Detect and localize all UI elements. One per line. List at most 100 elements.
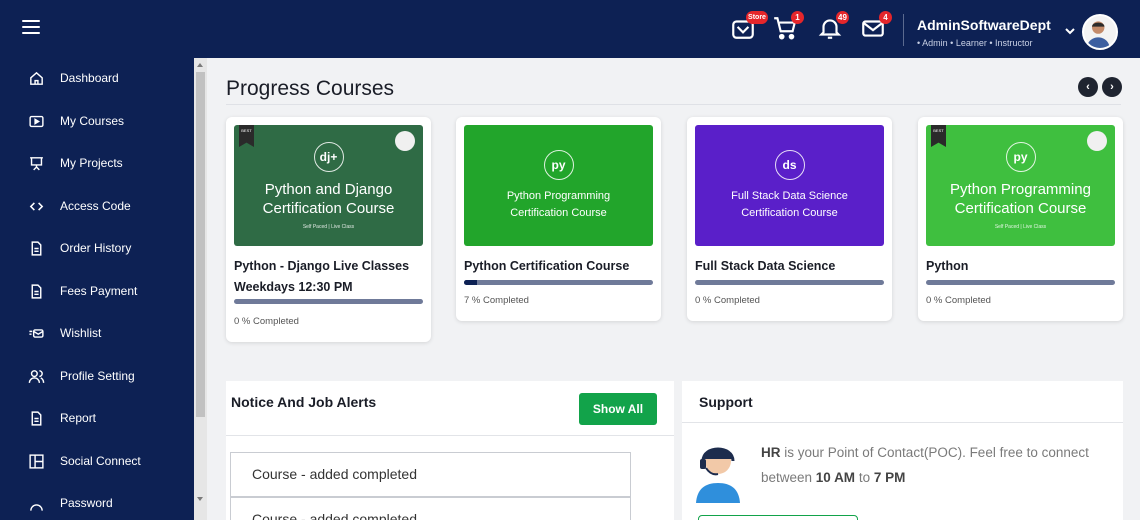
sidebar-scroll-thumb[interactable] [196, 72, 205, 417]
presentation-icon [27, 154, 45, 172]
sidebar: Dashboard My Courses My Projects Access … [0, 58, 194, 520]
thumbnail-subtitle: Self Paced | Live Class [302, 223, 355, 230]
lock-icon [27, 494, 45, 512]
notice-divider [226, 435, 674, 436]
sidebar-item-access-code[interactable]: Access Code [0, 188, 194, 224]
support-time-end: 7 PM [873, 470, 906, 485]
course-card[interactable]: BEST dj+ Python and Django Certification… [226, 117, 431, 342]
course-thumbnail: py Python Programming Certification Cour… [464, 125, 653, 246]
scroll-up-icon[interactable] [197, 63, 203, 67]
support-agent-icon [696, 447, 740, 503]
thumbnail-subtitle: Self Paced | Live Class [994, 223, 1047, 230]
python-logo-icon: py [1005, 141, 1036, 172]
best-seller-ribbon: BEST [931, 125, 946, 147]
thumbnail-title: Python and Django Certification Course [262, 180, 395, 217]
sidebar-item-label: Password [60, 496, 113, 510]
support-text: HR is your Point of Contact(POC). Feel f… [761, 440, 1111, 490]
users-icon [27, 367, 45, 385]
course-thumbnail: BEST dj+ Python and Django Certification… [234, 125, 423, 246]
code-icon [27, 197, 45, 215]
support-to: to [855, 470, 874, 485]
scroll-down-icon[interactable] [197, 497, 203, 501]
user-roles: • Admin • Learner • Instructor [917, 38, 1033, 48]
thumbnail-title: Python Programming Certification Course [506, 189, 611, 219]
course-progress-bar [464, 280, 653, 285]
show-all-button[interactable]: Show All [579, 393, 657, 425]
progress-label: 0 % Completed [926, 295, 991, 306]
sidebar-item-fees-payment[interactable]: Fees Payment [0, 273, 194, 309]
course-card[interactable]: py Python Programming Certification Cour… [456, 117, 661, 321]
notice-title: Notice And Job Alerts [231, 394, 377, 410]
sidebar-item-profile-setting[interactable]: Profile Setting [0, 358, 194, 394]
carousel-next-button[interactable]: › [1102, 77, 1122, 97]
instructor-avatar [395, 131, 415, 151]
course-progress-bar [926, 280, 1115, 285]
thumbnail-title: Python Programming Certification Course [950, 180, 1091, 217]
sidebar-item-label: Fees Payment [60, 284, 138, 298]
course-progress-bar [695, 280, 884, 285]
sidebar-item-my-courses[interactable]: My Courses [0, 103, 194, 139]
sidebar-item-order-history[interactable]: Order History [0, 230, 194, 266]
support-hr-label: HR [761, 445, 781, 460]
notice-item[interactable]: Course - added completed [230, 452, 631, 497]
menu-icon[interactable] [22, 20, 40, 36]
notice-item[interactable]: Course - added completed [230, 497, 631, 520]
course-thumbnail: BEST py Python Programming Certification… [926, 125, 1115, 246]
course-card[interactable]: ds Full Stack Data Science Certification… [687, 117, 892, 321]
sidebar-item-label: My Courses [60, 114, 125, 128]
sidebar-item-label: Access Code [60, 199, 131, 213]
sidebar-item-label: Order History [60, 241, 132, 255]
store-badge: Store [746, 11, 768, 24]
layout-icon [27, 452, 45, 470]
sidebar-item-my-projects[interactable]: My Projects [0, 145, 194, 181]
chevron-down-icon[interactable] [1064, 26, 1076, 36]
sidebar-item-label: My Projects [60, 156, 123, 170]
cart-badge: 1 [791, 11, 804, 24]
sidebar-item-password[interactable]: Password [0, 485, 194, 520]
bell-icon[interactable]: 49 [817, 11, 849, 43]
document-icon [27, 409, 45, 427]
support-time-start: 10 AM [815, 470, 856, 485]
python-logo-icon: py [543, 149, 574, 180]
mail-badge: 4 [879, 11, 892, 24]
play-box-icon [27, 112, 45, 130]
user-name[interactable]: AdminSoftwareDept [917, 17, 1051, 33]
instructor-avatar [1087, 131, 1107, 151]
best-seller-ribbon: BEST [239, 125, 254, 147]
course-title[interactable]: Python - Django Live Classes Weekdays 12… [234, 256, 424, 298]
course-title[interactable]: Python [926, 256, 1116, 277]
support-divider [682, 422, 1123, 423]
support-message: is your Point of Contact(POC). Feel free… [761, 445, 1089, 485]
sidebar-item-wishlist[interactable]: Wishlist [0, 315, 194, 351]
avatar[interactable] [1082, 14, 1118, 50]
carousel-prev-button[interactable]: ‹ [1078, 77, 1098, 97]
course-card[interactable]: BEST py Python Programming Certification… [918, 117, 1123, 321]
sidebar-item-label: Dashboard [60, 71, 119, 85]
thumbnail-title: Full Stack Data Science Certification Co… [731, 189, 848, 219]
document-icon [27, 282, 45, 300]
data-science-logo-icon: ds [774, 149, 805, 180]
sidebar-item-label: Report [60, 411, 97, 425]
sidebar-item-social-connect[interactable]: Social Connect [0, 443, 194, 479]
support-contact-button[interactable] [698, 515, 858, 520]
wishlist-icon [27, 324, 45, 342]
course-progress-bar [234, 299, 423, 304]
notification-badge: 49 [836, 11, 849, 24]
mail-icon[interactable]: 4 [860, 11, 892, 43]
progress-label: 0 % Completed [234, 316, 299, 327]
cart-icon[interactable]: 1 [772, 11, 804, 43]
support-title: Support [699, 394, 753, 410]
header-divider [903, 14, 904, 46]
sidebar-item-report[interactable]: Report [0, 400, 194, 436]
sidebar-item-dashboard[interactable]: Dashboard [0, 60, 194, 96]
progress-label: 0 % Completed [695, 295, 760, 306]
top-bar: Store 1 49 4 AdminSoftwareDept • Admin •… [0, 0, 1140, 58]
course-thumbnail: ds Full Stack Data Science Certification… [695, 125, 884, 246]
course-title[interactable]: Full Stack Data Science [695, 256, 885, 277]
home-icon [27, 69, 45, 87]
store-icon[interactable]: Store [730, 11, 768, 43]
progress-label: 7 % Completed [464, 295, 529, 306]
document-icon [27, 239, 45, 257]
course-title[interactable]: Python Certification Course [464, 256, 654, 277]
progress-fill [464, 280, 478, 285]
